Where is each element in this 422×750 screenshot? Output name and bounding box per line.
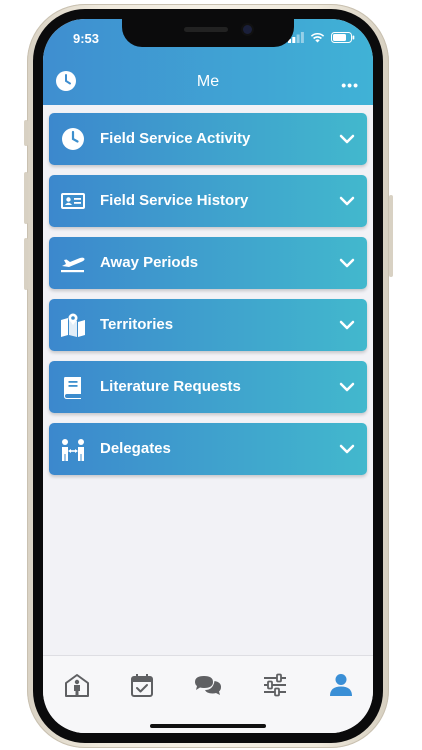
more-icon[interactable]: ••• bbox=[341, 77, 359, 93]
section-label: Away Periods bbox=[100, 254, 199, 271]
id-card-icon bbox=[61, 193, 85, 209]
notch-speaker bbox=[184, 27, 228, 32]
section-list: Field Service Activity Field Service His… bbox=[49, 113, 367, 485]
chevron-down-icon bbox=[339, 258, 355, 268]
phone-power-button bbox=[389, 195, 393, 277]
section-field-service-history[interactable]: Field Service History bbox=[49, 175, 367, 227]
phone-volume-up bbox=[24, 172, 28, 224]
section-away-periods[interactable]: Away Periods bbox=[49, 237, 367, 289]
chevron-down-icon bbox=[339, 382, 355, 392]
tab-bar bbox=[43, 655, 373, 733]
map-icon bbox=[61, 313, 85, 337]
chevron-down-icon bbox=[339, 444, 355, 454]
battery-icon bbox=[331, 32, 355, 43]
user-icon[interactable] bbox=[328, 672, 354, 698]
section-field-service-activity[interactable]: Field Service Activity bbox=[49, 113, 367, 165]
airplane-icon bbox=[61, 257, 85, 273]
screen: 9:53 Me ••• Field Service Activity Field… bbox=[43, 19, 373, 733]
section-label: Literature Requests bbox=[100, 378, 241, 395]
chat-icon[interactable] bbox=[193, 672, 223, 698]
section-territories[interactable]: Territories bbox=[49, 299, 367, 351]
home-indicator bbox=[150, 724, 266, 728]
sliders-icon[interactable] bbox=[262, 672, 288, 698]
page-title: Me bbox=[196, 73, 220, 90]
phone-mute-switch bbox=[24, 120, 28, 146]
chevron-down-icon bbox=[339, 196, 355, 206]
book-icon bbox=[64, 377, 81, 399]
chevron-down-icon bbox=[339, 320, 355, 330]
section-delegates[interactable]: Delegates bbox=[49, 423, 367, 475]
section-label: Territories bbox=[100, 316, 174, 333]
chevron-down-icon bbox=[339, 134, 355, 144]
clock-icon bbox=[62, 128, 84, 150]
notch bbox=[122, 19, 294, 47]
status-icons bbox=[288, 32, 355, 43]
status-time: 9:53 bbox=[73, 31, 100, 46]
home-person-icon[interactable] bbox=[64, 672, 90, 698]
calendar-check-icon[interactable] bbox=[129, 672, 155, 698]
section-label: Field Service History bbox=[100, 192, 249, 209]
notch-camera bbox=[243, 25, 252, 34]
section-label: Field Service Activity bbox=[100, 130, 251, 147]
wifi-icon bbox=[310, 32, 325, 43]
section-label: Delegates bbox=[100, 440, 171, 457]
section-literature-requests[interactable]: Literature Requests bbox=[49, 361, 367, 413]
people-icon bbox=[62, 439, 84, 461]
phone-volume-down bbox=[24, 238, 28, 290]
